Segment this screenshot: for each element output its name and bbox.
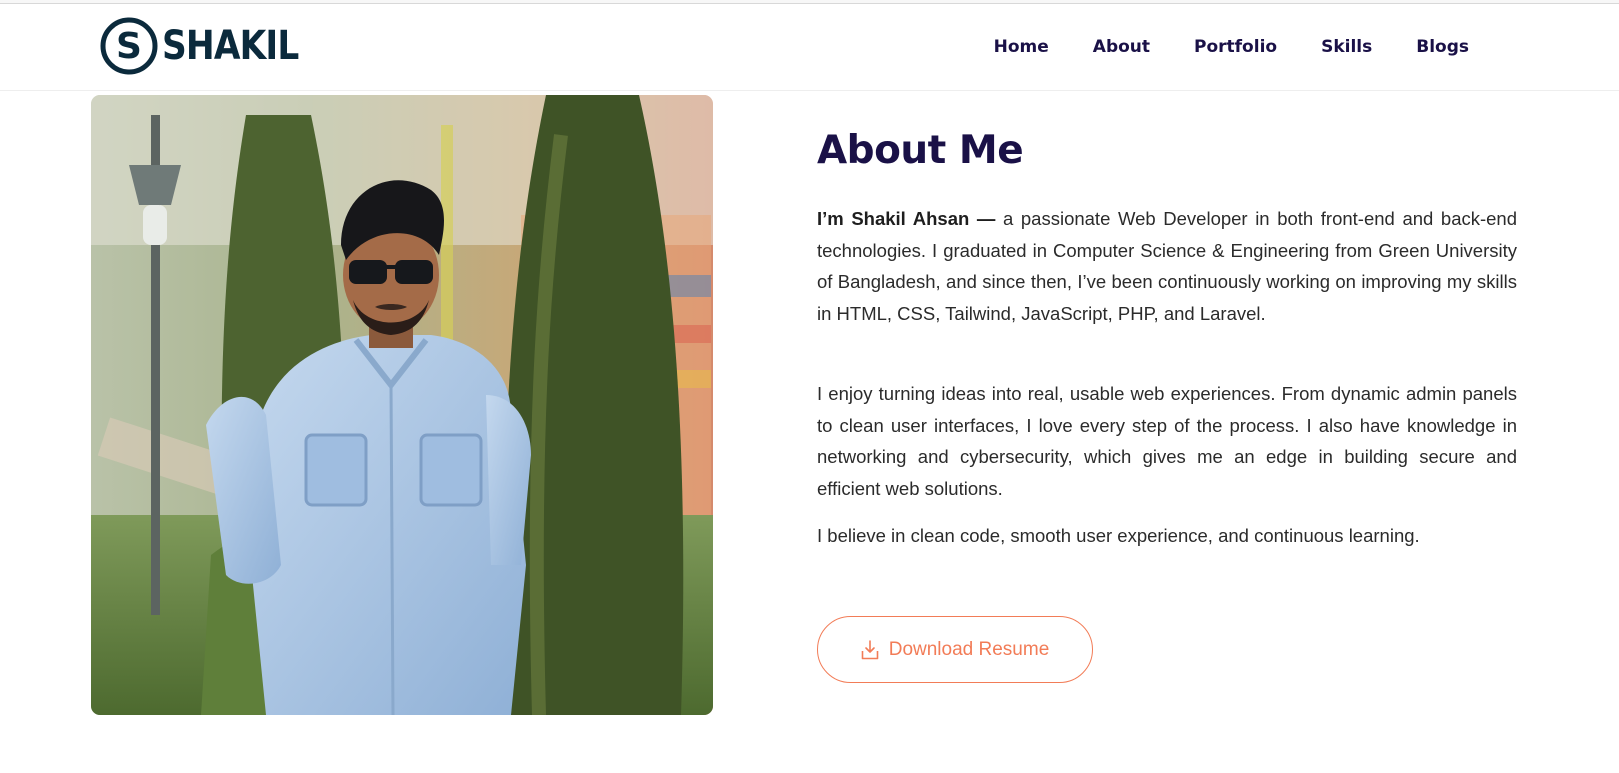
download-icon xyxy=(861,639,879,659)
about-paragraph-2: I enjoy turning ideas into real, usable … xyxy=(817,383,1517,499)
about-section: About Me I’m Shakil Ahsan — a passionate… xyxy=(817,95,1517,552)
nav-portfolio[interactable]: Portfolio xyxy=(1194,37,1277,57)
nav-blogs[interactable]: Blogs xyxy=(1416,37,1469,57)
main-nav: Home About Portfolio Skills Blogs xyxy=(994,37,1469,57)
about-paragraph-1: I’m Shakil Ahsan — a passionate Web Deve… xyxy=(817,203,1517,329)
nav-about[interactable]: About xyxy=(1093,37,1150,57)
nav-skills[interactable]: Skills xyxy=(1321,37,1372,57)
site-header: S SHAKIL Home About Portfolio Skills Blo… xyxy=(0,4,1619,91)
logo-emblem-letter: S xyxy=(116,26,142,67)
download-resume-label: Download Resume xyxy=(888,638,1050,660)
profile-photo xyxy=(91,95,713,715)
download-resume-button[interactable]: Download Resume xyxy=(817,616,1093,683)
nav-home[interactable]: Home xyxy=(994,37,1049,57)
site-logo[interactable]: S SHAKIL xyxy=(100,16,321,76)
profile-photo-illustration xyxy=(91,95,713,715)
about-intro-name: I’m Shakil Ahsan — xyxy=(817,208,996,229)
about-paragraph-3: I believe in clean code, smooth user exp… xyxy=(817,525,1420,546)
about-title: About Me xyxy=(817,128,1024,173)
logo-emblem-icon: S xyxy=(100,17,158,75)
logo-text: SHAKIL xyxy=(162,23,299,69)
